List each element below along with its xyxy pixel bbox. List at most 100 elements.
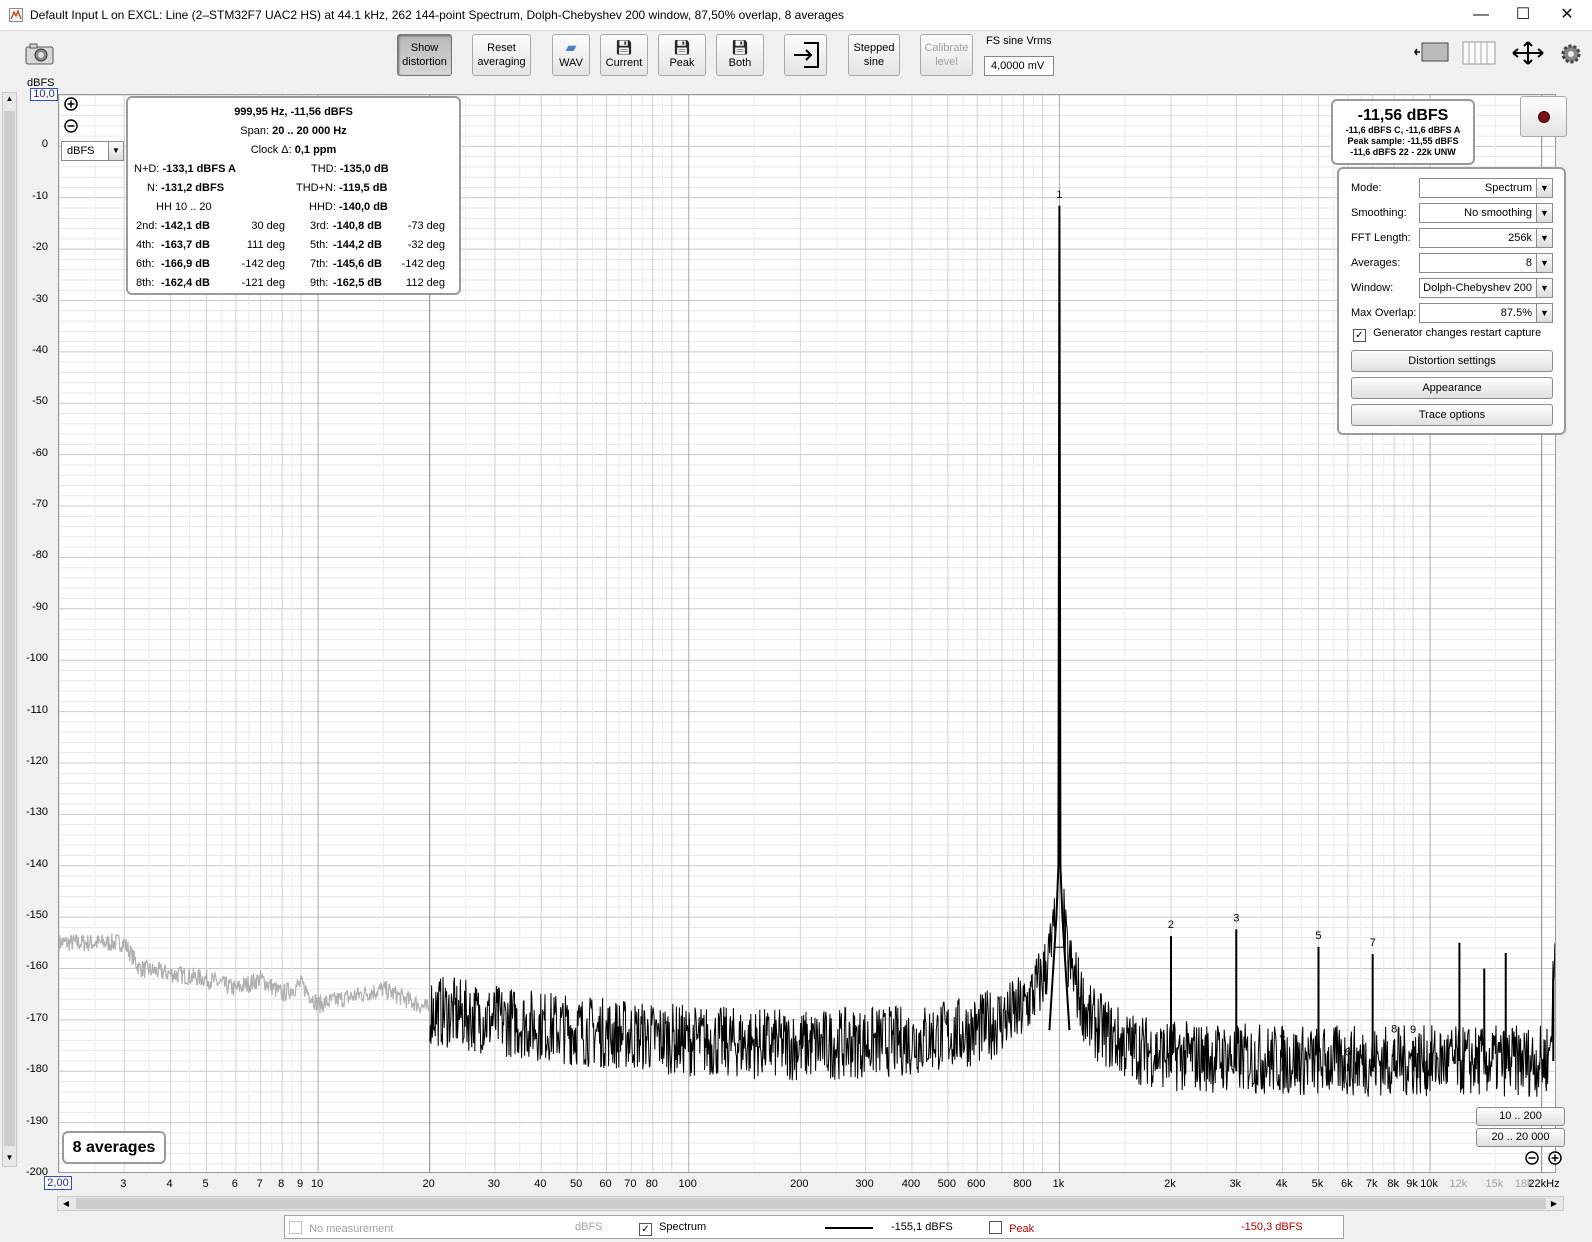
fft-length-select[interactable]: 256k ▼: [1419, 228, 1553, 248]
noise-readout: N: -131,2 dBFS: [147, 182, 225, 194]
spectrum-value: -155,1 dBFS: [891, 1221, 953, 1233]
x-tick-label: 15k: [1485, 1178, 1504, 1190]
level-line: Peak sample: -11,55 dBFS: [1347, 136, 1459, 146]
y-max-input[interactable]: 10,0: [30, 88, 58, 101]
thdn-readout: THD+N: -119,5 dB: [296, 182, 388, 194]
minimize-button[interactable]: —: [1458, 0, 1504, 31]
export-button[interactable]: [784, 34, 827, 76]
thd-readout: THD: -135,0 dB: [311, 163, 389, 175]
range-20-20000-button[interactable]: 20 .. 20 000: [1476, 1128, 1565, 1147]
stepped-sine-button[interactable]: Stepped sine: [848, 34, 900, 76]
record-button[interactable]: [1520, 96, 1567, 137]
harmonic-cell: -142 deg: [401, 258, 445, 270]
no-measurement-item[interactable]: No measurement: [289, 1221, 393, 1235]
y-tick-label: -190: [25, 1114, 48, 1127]
harmonic-label: 1: [1056, 189, 1062, 201]
fit-axes-icon[interactable]: [1510, 40, 1546, 66]
hh-label: HH 10 .. 20: [156, 201, 212, 213]
scroll-left-icon[interactable]: ◀: [60, 1197, 72, 1210]
averages-label: Averages:: [1351, 257, 1401, 269]
x-tick-label: 6: [231, 1178, 238, 1190]
harmonic-cell: -163,7 dB: [161, 239, 210, 251]
peak-item[interactable]: Peak: [989, 1221, 1034, 1235]
x-tick-label: 500: [937, 1178, 957, 1190]
harmonic-cell: -145,6 dB: [333, 258, 382, 270]
scroll-right-icon[interactable]: ▶: [1548, 1197, 1560, 1210]
window-select[interactable]: Dolph-Chebyshev 200 ▼: [1419, 278, 1553, 298]
gear-icon[interactable]: [1559, 42, 1583, 66]
x-tick-label: 2k: [1164, 1178, 1176, 1190]
checkbox-icon[interactable]: [289, 1221, 302, 1234]
x-tick-label: 600: [966, 1178, 986, 1190]
columns-icon[interactable]: [1461, 40, 1497, 66]
zoom-in-icon[interactable]: [64, 97, 78, 111]
zoom-out-icon[interactable]: [1525, 1151, 1539, 1165]
harmonic-cell: 4th:: [136, 239, 155, 251]
layout-icon[interactable]: [1414, 40, 1452, 66]
averages-select[interactable]: 8 ▼: [1419, 253, 1553, 273]
appearance-button[interactable]: Appearance: [1351, 377, 1553, 399]
level-main: -11,56 dBFS: [1357, 107, 1449, 124]
range-10-200-button[interactable]: 10 .. 200: [1476, 1107, 1565, 1126]
smoothing-label: Smoothing:: [1351, 207, 1407, 219]
horizontal-scrollbar[interactable]: ◀ ▶: [57, 1196, 1564, 1211]
y-tick-label: -20: [32, 241, 48, 254]
show-distortion-button[interactable]: Show distortion: [397, 34, 452, 76]
save-peak-button[interactable]: 💾︎ Peak: [658, 34, 706, 76]
floppy-icon: 💾︎: [673, 39, 691, 55]
scroll-down-icon[interactable]: ▼: [4, 1153, 15, 1165]
wav-button[interactable]: ▰ WAV: [552, 34, 590, 76]
reset-averaging-button[interactable]: Reset averaging: [472, 34, 531, 76]
scroll-thumb[interactable]: [4, 111, 15, 1146]
unit-select[interactable]: dBFS ▼: [61, 141, 124, 161]
x-tick-label: 30: [487, 1178, 501, 1190]
level-line: -11,6 dBFS C, -11,6 dBFS A: [1345, 125, 1461, 135]
clock-readout: Clock Δ: 0,1 ppm: [250, 144, 337, 156]
scroll-thumb[interactable]: [76, 1198, 1546, 1209]
y-tick-label: -60: [32, 446, 48, 459]
mode-select[interactable]: Spectrum ▼: [1419, 178, 1553, 198]
x-tick-label: 40: [534, 1178, 547, 1190]
span-readout: Span: 20 .. 20 000 Hz: [240, 125, 347, 137]
distortion-settings-button[interactable]: Distortion settings: [1351, 350, 1553, 372]
spectrum-item[interactable]: ✓ Spectrum: [639, 1221, 706, 1236]
scroll-up-icon[interactable]: ▲: [4, 94, 15, 106]
y-tick-label: -70: [32, 498, 48, 511]
trace-options-button[interactable]: Trace options: [1351, 404, 1553, 426]
x-tick-label: 100: [678, 1178, 697, 1190]
harmonic-cell: -144,2 dB: [333, 239, 382, 251]
max-overlap-select[interactable]: 87.5% ▼: [1419, 303, 1553, 323]
close-button[interactable]: ✕: [1544, 0, 1590, 31]
app-icon: [9, 8, 23, 22]
checkmark-icon[interactable]: ✓: [639, 1223, 652, 1236]
y-tick-label: -180: [25, 1063, 48, 1076]
x-tick-label: 22kHz: [1528, 1178, 1560, 1190]
save-both-button[interactable]: 💾︎ Both: [716, 34, 764, 76]
x-tick-label: 80: [645, 1178, 658, 1190]
vertical-scrollbar[interactable]: ▲ ▼: [2, 92, 17, 1167]
generator-restart-checkbox[interactable]: ✓ Generator changes restart capture: [1353, 327, 1541, 342]
checkmark-icon[interactable]: ✓: [1353, 329, 1366, 342]
fs-sine-input[interactable]: 4,0000 mV: [984, 56, 1054, 76]
chevron-down-icon: ▼: [108, 142, 123, 160]
averages-badge: 8 averages: [62, 1131, 166, 1164]
camera-icon[interactable]: [24, 42, 56, 66]
zoom-out-icon[interactable]: [64, 119, 78, 133]
title-bar: Default Input L on EXCL: Line (2–STM32F7…: [0, 0, 1592, 31]
x-tick-label: 9: [297, 1178, 304, 1190]
no-measurement-unit: dBFS: [575, 1221, 603, 1233]
zoom-in-icon[interactable]: [1548, 1151, 1562, 1165]
window-label: Window:: [1351, 282, 1394, 294]
smoothing-select[interactable]: No smoothing ▼: [1419, 203, 1553, 223]
calibrate-level-button[interactable]: Calibrate level: [920, 34, 973, 76]
maximize-button[interactable]: ☐: [1500, 0, 1546, 31]
harmonic-cell: 112 deg: [406, 277, 445, 289]
checkbox-icon[interactable]: [989, 1221, 1002, 1234]
y-tick-label: -10: [32, 189, 48, 202]
harmonic-cell: 5th:: [310, 239, 329, 251]
harmonic-cell: 3rd:: [310, 220, 329, 232]
spectrum-line-swatch: [825, 1227, 873, 1229]
export-icon: [793, 42, 819, 68]
save-current-button[interactable]: 💾︎ Current: [600, 34, 648, 76]
x-min-input[interactable]: 2,00: [44, 1176, 72, 1190]
